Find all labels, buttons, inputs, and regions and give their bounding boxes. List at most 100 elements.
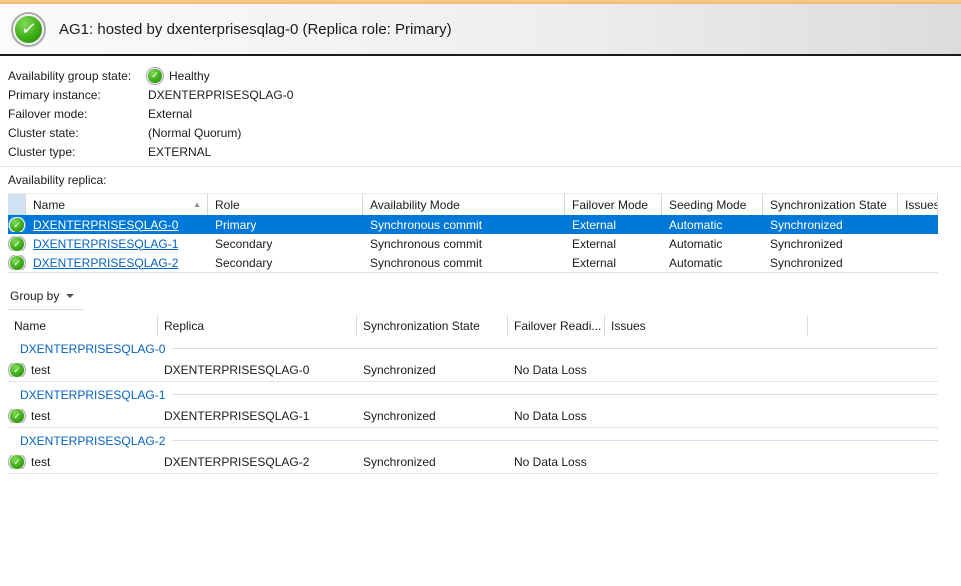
column-header-seeding-mode[interactable]: Seeding Mode [662, 194, 763, 215]
cell-name: ✓ test [8, 363, 158, 377]
column-header-spacer [808, 315, 938, 336]
cell-replica: DXENTERPRISESQLAG-2 [158, 455, 357, 469]
healthy-check-icon: ✓ [10, 363, 24, 377]
cell-role: Secondary [208, 256, 363, 270]
column-header-name[interactable]: Name [8, 315, 158, 336]
replica-row-0[interactable]: ✓ DXENTERPRISESQLAG-0 Primary Synchronou… [8, 215, 938, 234]
healthy-check-icon: ✓ [10, 256, 24, 270]
replica-row-1[interactable]: ✓ DXENTERPRISESQLAG-1 Secondary Synchron… [8, 234, 938, 253]
cell-synchronization-state: Synchronized [763, 237, 898, 251]
database-name: test [31, 409, 50, 423]
replica-name-link[interactable]: DXENTERPRISESQLAG-0 [33, 218, 178, 232]
healthy-check-icon: ✓ [10, 455, 24, 469]
cell-failover-readiness: No Data Loss [508, 455, 605, 469]
cell-synchronization-state: Synchronized [763, 218, 898, 232]
summary-value: DXENTERPRISESQLAG-0 [148, 88, 293, 102]
cell-failover-mode: External [565, 218, 662, 232]
cell-name: DXENTERPRISESQLAG-1 [26, 237, 208, 251]
column-header-synchronization-state[interactable]: Synchronization State [763, 194, 898, 215]
cell-failover-readiness: No Data Loss [508, 363, 605, 377]
group-name[interactable]: DXENTERPRISESQLAG-2 [20, 434, 165, 448]
database-name: test [31, 363, 50, 377]
summary-label: Primary instance: [8, 88, 148, 102]
cell-failover-readiness: No Data Loss [508, 409, 605, 423]
cell-synchronization-state: Synchronized [357, 455, 508, 469]
summary-label: Cluster type: [8, 145, 148, 159]
summary-label: Cluster state: [8, 126, 148, 140]
group-name[interactable]: DXENTERPRISESQLAG-0 [20, 342, 165, 356]
database-row[interactable]: ✓ test DXENTERPRISESQLAG-1 Synchronized … [8, 405, 938, 428]
cell-availability-mode: Synchronous commit [363, 237, 565, 251]
cell-name: DXENTERPRISESQLAG-0 [26, 218, 208, 232]
database-name: test [31, 455, 50, 469]
group-rule [172, 440, 938, 441]
column-header-synchronization-state[interactable]: Synchronization State [357, 315, 508, 336]
cell-synchronization-state: Synchronized [357, 363, 508, 377]
group-by-label: Group by [10, 289, 59, 303]
sort-ascending-icon: ▲ [193, 200, 201, 209]
summary-value: EXTERNAL [148, 145, 211, 159]
replica-table-header: Name ▲ Role Availability Mode Failover M… [8, 194, 938, 215]
replica-name-link[interactable]: DXENTERPRISESQLAG-1 [33, 237, 178, 251]
cell-replica: DXENTERPRISESQLAG-0 [158, 363, 357, 377]
group-rule [172, 348, 938, 349]
cell-seeding-mode: Automatic [662, 237, 763, 251]
summary-row-cluster-type: Cluster type: EXTERNAL [8, 142, 953, 161]
header: ✓ AG1: hosted by dxenterprisesqlag-0 (Re… [0, 4, 961, 56]
cell-availability-mode: Synchronous commit [363, 256, 565, 270]
cell-role: Secondary [208, 237, 363, 251]
cell-seeding-mode: Automatic [662, 256, 763, 270]
group-rule [172, 394, 938, 395]
cell-name: ✓ test [8, 455, 158, 469]
cell-state: ✓ [8, 236, 26, 252]
healthy-check-icon: ✓ [10, 409, 24, 423]
cell-name: DXENTERPRISESQLAG-2 [26, 256, 208, 270]
content: Availability group state: ✓ Healthy Prim… [0, 56, 961, 474]
chevron-down-icon [66, 294, 74, 298]
cell-synchronization-state: Synchronized [357, 409, 508, 423]
page-title: AG1: hosted by dxenterprisesqlag-0 (Repl… [59, 21, 452, 38]
column-header-name[interactable]: Name ▲ [26, 194, 208, 215]
cell-state: ✓ [8, 217, 26, 233]
column-header-issues[interactable]: Issues [898, 194, 938, 215]
column-header-replica[interactable]: Replica [158, 315, 357, 336]
column-header-label: Name [33, 198, 65, 212]
database-table-header: Name Replica Synchronization State Failo… [8, 315, 938, 336]
availability-replica-label: Availability replica: [8, 173, 953, 187]
replica-row-2[interactable]: ✓ DXENTERPRISESQLAG-2 Secondary Synchron… [8, 253, 938, 272]
database-group-header-2[interactable]: DXENTERPRISESQLAG-2 [8, 430, 938, 451]
column-header-failover-readiness[interactable]: Failover Readi... [508, 315, 605, 336]
cell-availability-mode: Synchronous commit [363, 218, 565, 232]
group-name[interactable]: DXENTERPRISESQLAG-1 [20, 388, 165, 402]
column-header-issues[interactable]: Issues [605, 315, 808, 336]
summary-label: Failover mode: [8, 107, 148, 121]
healthy-check-icon: ✓ [10, 218, 24, 232]
ag-dashboard: ✓ AG1: hosted by dxenterprisesqlag-0 (Re… [0, 0, 961, 474]
column-header-availability-mode[interactable]: Availability Mode [363, 194, 565, 215]
cell-name: ✓ test [8, 409, 158, 423]
database-group-header-0[interactable]: DXENTERPRISESQLAG-0 [8, 338, 938, 359]
cell-failover-mode: External [565, 237, 662, 251]
database-row[interactable]: ✓ test DXENTERPRISESQLAG-2 Synchronized … [8, 451, 938, 474]
column-header-failover-mode[interactable]: Failover Mode [565, 194, 662, 215]
summary-value-wrap: ✓ Healthy [148, 69, 210, 83]
database-row[interactable]: ✓ test DXENTERPRISESQLAG-0 Synchronized … [8, 359, 938, 382]
check-glyph: ✓ [19, 18, 37, 39]
cell-seeding-mode: Automatic [662, 218, 763, 232]
cell-failover-mode: External [565, 256, 662, 270]
summary-row-primary-instance: Primary instance: DXENTERPRISESQLAG-0 [8, 85, 953, 104]
database-group-header-1[interactable]: DXENTERPRISESQLAG-1 [8, 384, 938, 405]
summary-value: External [148, 107, 192, 121]
cell-role: Primary [208, 218, 363, 232]
ag-healthy-check-icon: ✓ [13, 14, 44, 45]
replica-table: Name ▲ Role Availability Mode Failover M… [8, 193, 938, 273]
healthy-check-icon: ✓ [10, 237, 24, 251]
cell-state: ✓ [8, 255, 26, 271]
summary-value: Healthy [169, 69, 210, 83]
replica-name-link[interactable]: DXENTERPRISESQLAG-2 [33, 256, 178, 270]
cell-replica: DXENTERPRISESQLAG-1 [158, 409, 357, 423]
state-icon-column-header[interactable] [8, 194, 26, 215]
column-header-role[interactable]: Role [208, 194, 363, 215]
healthy-check-icon: ✓ [148, 69, 162, 83]
group-by-button[interactable]: Group by [8, 286, 84, 310]
